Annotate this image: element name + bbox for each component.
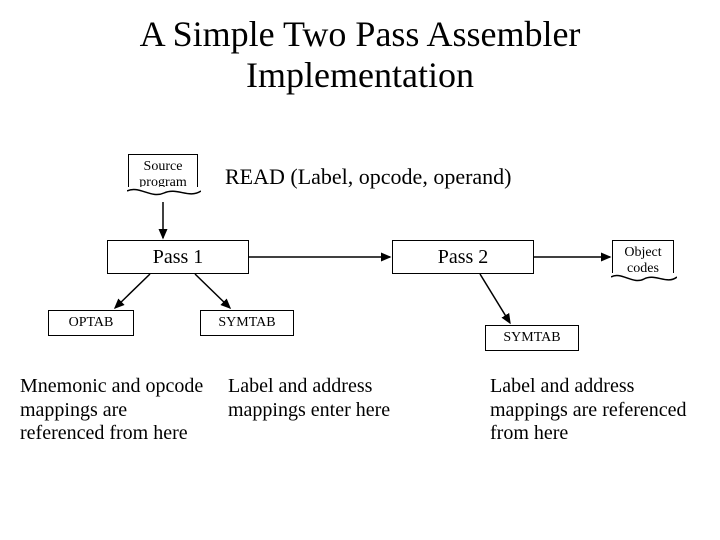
note-symtab-enter-text: Label and address mappings enter here	[228, 375, 390, 421]
note-optab-text: Mnemonic and opcode mappings are referen…	[20, 375, 203, 444]
note-symtab-enter: Label and address mappings enter here	[228, 375, 403, 422]
object-codes-doc: Object codes	[612, 240, 674, 280]
note-symtab-ref-text: Label and address mappings are reference…	[490, 375, 687, 444]
pass1-box: Pass 1	[107, 240, 249, 274]
pass2-label: Pass 2	[438, 246, 489, 269]
objcodes-line1: Object	[624, 245, 661, 260]
optab-label: OPTAB	[69, 315, 114, 331]
pass1-label: Pass 1	[153, 246, 204, 269]
source-program-doc: Source program	[128, 154, 198, 194]
doc-torn-edge-icon	[127, 187, 199, 201]
symtab1-label: SYMTAB	[218, 315, 275, 331]
optab-box: OPTAB	[48, 310, 134, 336]
diagram-canvas: Source program READ (Label, opcode, oper…	[0, 0, 720, 540]
read-annotation: READ (Label, opcode, operand)	[225, 164, 512, 190]
pass2-box: Pass 2	[392, 240, 534, 274]
symtab2-box: SYMTAB	[485, 325, 579, 351]
symtab1-box: SYMTAB	[200, 310, 294, 336]
source-line1: Source	[144, 159, 183, 174]
symtab2-label: SYMTAB	[503, 330, 560, 346]
note-symtab-ref: Label and address mappings are reference…	[490, 375, 700, 446]
doc-torn-edge-icon	[611, 273, 675, 287]
note-optab: Mnemonic and opcode mappings are referen…	[20, 375, 215, 446]
